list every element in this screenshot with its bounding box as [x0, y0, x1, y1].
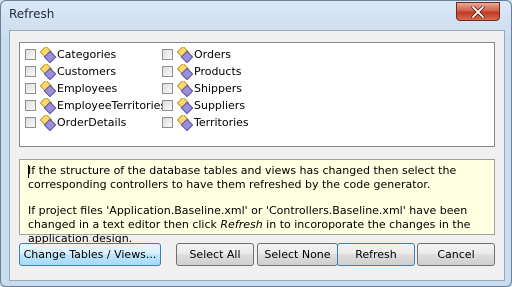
refresh-dialog: Refresh Categories Customers Employees E…: [0, 0, 512, 287]
window-title: Refresh: [9, 7, 55, 21]
dialog-body: Categories Customers Employees EmployeeT…: [9, 30, 505, 281]
close-icon: [471, 6, 485, 18]
checkbox[interactable]: [162, 100, 173, 111]
table-icon: [40, 115, 56, 131]
info-text-box[interactable]: If the structure of the database tables …: [19, 159, 495, 245]
table-icon: [177, 115, 193, 131]
info-paragraph-1: If the structure of the database tables …: [28, 164, 457, 191]
item-label: Employees: [57, 82, 118, 95]
item-label: Territories: [194, 116, 249, 129]
select-none-button[interactable]: Select None: [257, 243, 338, 266]
refresh-emphasis: Refresh: [220, 218, 263, 231]
table-icon: [40, 81, 56, 97]
table-icon: [177, 47, 193, 63]
checkbox[interactable]: [162, 66, 173, 77]
checkbox[interactable]: [162, 117, 173, 128]
refresh-button[interactable]: Refresh: [337, 243, 415, 266]
tables-checklist[interactable]: Categories Customers Employees EmployeeT…: [19, 42, 495, 147]
checkbox[interactable]: [25, 100, 36, 111]
item-label: Shippers: [194, 82, 242, 95]
change-tables-button[interactable]: Change Tables / Views...: [19, 243, 161, 266]
table-icon: [177, 81, 193, 97]
item-label: Categories: [57, 48, 117, 61]
table-icon: [177, 98, 193, 114]
title-bar[interactable]: Refresh: [1, 1, 511, 29]
checkbox[interactable]: [25, 117, 36, 128]
select-all-button[interactable]: Select All: [176, 243, 254, 266]
item-label: Customers: [57, 65, 117, 78]
table-icon: [40, 98, 56, 114]
table-icon: [40, 47, 56, 63]
text-caret: [28, 165, 29, 178]
item-label: EmployeeTerritories: [57, 99, 167, 112]
item-label: Suppliers: [194, 99, 246, 112]
checkbox[interactable]: [162, 49, 173, 60]
checkbox[interactable]: [162, 83, 173, 94]
item-label: Products: [194, 65, 242, 78]
item-label: OrderDetails: [57, 116, 127, 129]
item-label: Orders: [194, 48, 231, 61]
checkbox[interactable]: [25, 66, 36, 77]
close-button[interactable]: [456, 2, 500, 21]
table-icon: [40, 64, 56, 80]
info-paragraph-2: If project files 'Application.Baseline.x…: [28, 204, 486, 246]
cancel-button[interactable]: Cancel: [417, 243, 495, 266]
checkbox[interactable]: [25, 49, 36, 60]
table-icon: [177, 64, 193, 80]
checkbox[interactable]: [25, 83, 36, 94]
